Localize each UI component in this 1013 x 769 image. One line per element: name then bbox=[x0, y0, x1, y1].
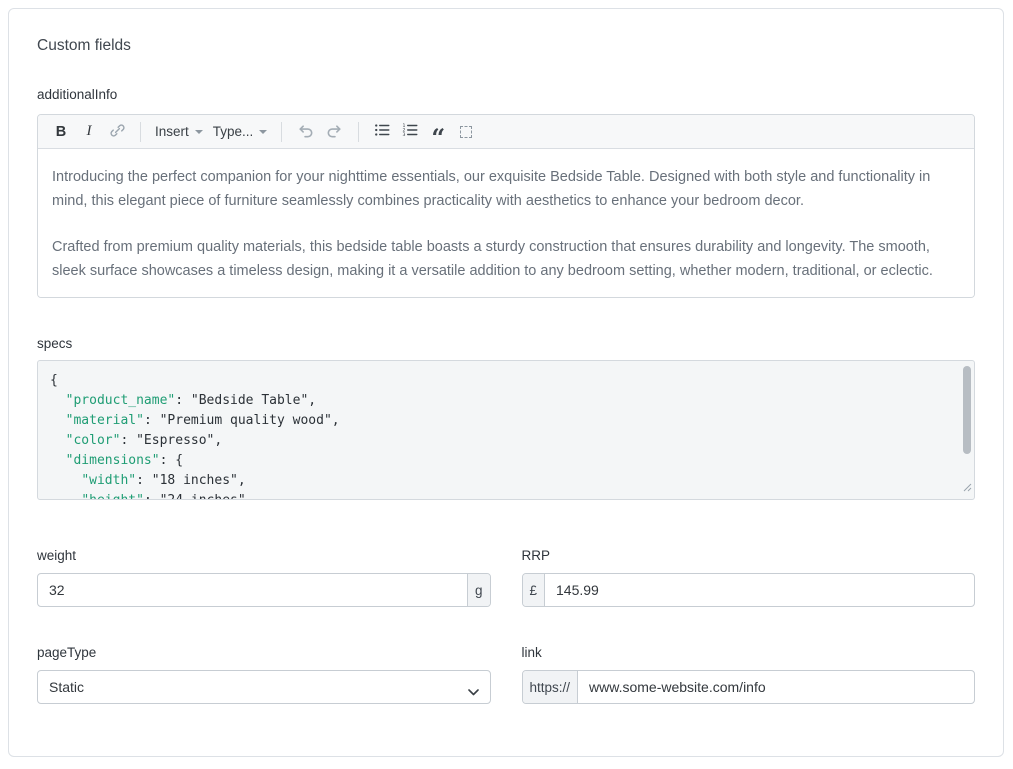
weight-input[interactable] bbox=[38, 574, 467, 606]
weight-input-group: g bbox=[37, 573, 491, 607]
toolbar-divider bbox=[140, 122, 141, 142]
editor-paragraph: Crafted from premium quality materials, … bbox=[52, 235, 960, 283]
code-line: { bbox=[50, 371, 958, 391]
code-line: "width": "18 inches", bbox=[50, 471, 958, 491]
link-field: link https:// bbox=[522, 645, 976, 704]
chevron-down-icon bbox=[195, 130, 203, 134]
rrp-input[interactable] bbox=[545, 574, 974, 606]
resize-handle-icon[interactable] bbox=[963, 479, 972, 497]
toolbar-divider bbox=[281, 122, 282, 142]
chevron-down-icon bbox=[259, 130, 267, 134]
additional-info-label: additionalInfo bbox=[37, 87, 975, 102]
card-title: Custom fields bbox=[37, 37, 975, 55]
link-button[interactable] bbox=[104, 119, 130, 145]
svg-text:3: 3 bbox=[403, 132, 406, 138]
additional-info-field: additionalInfo B I Insert bbox=[37, 87, 975, 298]
bold-button[interactable]: B bbox=[48, 119, 74, 145]
custom-fields-card: Custom fields additionalInfo B I bbox=[8, 8, 1004, 757]
dashed-square-icon bbox=[460, 126, 472, 138]
weight-label: weight bbox=[37, 548, 491, 563]
redo-button[interactable] bbox=[321, 119, 348, 145]
ordered-list-button[interactable]: 1 2 3 bbox=[397, 119, 423, 145]
rrp-field: RRP £ bbox=[522, 548, 976, 607]
undo-button[interactable] bbox=[292, 119, 319, 145]
page-type-select[interactable]: Static bbox=[37, 670, 491, 704]
type-dropdown-label: Type... bbox=[213, 124, 254, 139]
weight-rrp-row: weight g RRP £ bbox=[37, 548, 975, 607]
specs-field: specs { "product_name": "Bedside Table",… bbox=[37, 336, 975, 500]
rrp-input-group: £ bbox=[522, 573, 976, 607]
ordered-list-icon: 1 2 3 bbox=[401, 121, 419, 142]
bullet-list-icon bbox=[373, 121, 391, 142]
code-line: "material": "Premium quality wood", bbox=[50, 411, 958, 431]
editor-toolbar: B I Insert Typ bbox=[38, 115, 974, 149]
rrp-label: RRP bbox=[522, 548, 976, 563]
weight-field: weight g bbox=[37, 548, 491, 607]
type-dropdown[interactable]: Type... bbox=[209, 119, 272, 145]
blockquote-icon: “ bbox=[431, 121, 445, 143]
weight-unit-addon: g bbox=[467, 574, 490, 606]
currency-addon: £ bbox=[523, 574, 546, 606]
redo-icon bbox=[325, 121, 344, 143]
blockquote-button[interactable]: “ bbox=[425, 119, 451, 145]
link-label: link bbox=[522, 645, 976, 660]
page-type-label: pageType bbox=[37, 645, 491, 660]
page-type-field: pageType Static bbox=[37, 645, 491, 704]
code-line: "color": "Espresso", bbox=[50, 431, 958, 451]
editor-content[interactable]: Introducing the perfect companion for yo… bbox=[38, 149, 974, 297]
rich-text-editor: B I Insert Typ bbox=[37, 114, 975, 298]
page-type-select-wrap: Static bbox=[37, 670, 491, 704]
undo-icon bbox=[296, 121, 315, 143]
editor-paragraph: Introducing the perfect companion for yo… bbox=[52, 165, 960, 213]
specs-code-editor[interactable]: { "product_name": "Bedside Table", "mate… bbox=[37, 360, 975, 500]
code-line: "dimensions": { bbox=[50, 451, 958, 471]
bullet-list-button[interactable] bbox=[369, 119, 395, 145]
toolbar-divider bbox=[358, 122, 359, 142]
insert-dropdown-label: Insert bbox=[155, 124, 189, 139]
specs-label: specs bbox=[37, 336, 975, 351]
code-line: "height": "24 inches", bbox=[50, 491, 958, 500]
link-input-group: https:// bbox=[522, 670, 976, 704]
protocol-addon: https:// bbox=[523, 671, 579, 703]
pagetype-link-row: pageType Static link https:// bbox=[37, 645, 975, 704]
link-icon bbox=[109, 122, 126, 142]
vertical-scrollbar-thumb[interactable] bbox=[963, 366, 971, 454]
code-line: "product_name": "Bedside Table", bbox=[50, 391, 958, 411]
embed-button[interactable] bbox=[453, 119, 479, 145]
link-input[interactable] bbox=[578, 671, 974, 703]
insert-dropdown[interactable]: Insert bbox=[151, 119, 207, 145]
specs-code: { "product_name": "Bedside Table", "mate… bbox=[50, 371, 958, 500]
italic-button[interactable]: I bbox=[76, 119, 102, 145]
